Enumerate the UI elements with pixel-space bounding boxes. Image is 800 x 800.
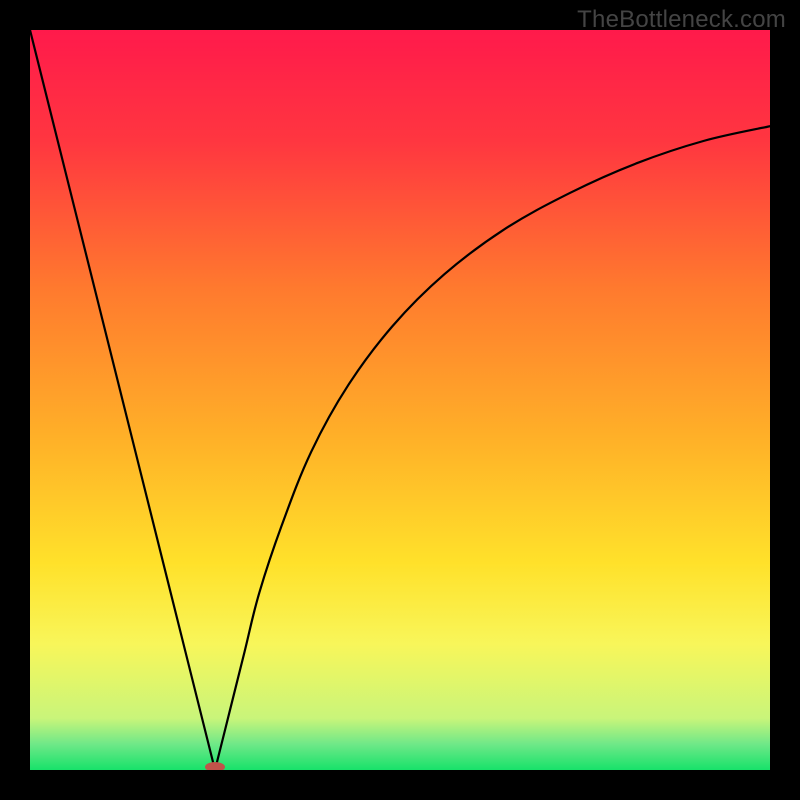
chart-frame: TheBottleneck.com xyxy=(0,0,800,800)
watermark-text: TheBottleneck.com xyxy=(577,6,786,34)
chart-background xyxy=(30,30,770,770)
chart-plot xyxy=(30,30,770,770)
